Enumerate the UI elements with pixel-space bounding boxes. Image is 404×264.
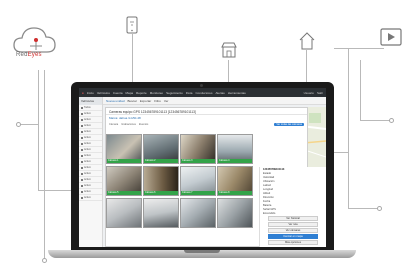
tab-events[interactable]: Eventos <box>139 123 148 126</box>
menu-item[interactable]: Herramientas <box>228 91 246 95</box>
history-button[interactable]: Ver historial <box>268 216 318 221</box>
toolbar-button[interactable]: Nueva unidad <box>106 99 125 103</box>
detail-row: Encendido <box>263 212 276 215</box>
circuit-line <box>38 190 71 191</box>
menu-item[interactable]: Mapa <box>126 91 134 95</box>
camera-grid: Cámara 1 Cámara 2 Cámara 3 Cámara 4 Cáma… <box>106 134 254 244</box>
camera-feed[interactable]: Cámara 4 <box>217 134 253 164</box>
logout-link[interactable]: Salir <box>317 91 323 95</box>
webcam-dot <box>200 84 203 87</box>
camera-feed[interactable]: Cámara 6 <box>143 166 179 196</box>
camera-feed[interactable] <box>143 198 179 228</box>
menu-item[interactable]: Seguimiento <box>166 91 183 95</box>
toolbar-button[interactable]: Filtro <box>154 99 161 103</box>
tab-recordings[interactable]: Grabaciones <box>121 123 136 126</box>
circuit-node <box>16 122 21 127</box>
circuit-node <box>42 258 47 263</box>
camera-feed[interactable]: Cámara 3 <box>180 134 216 164</box>
menu-item[interactable]: Conductores <box>195 91 212 95</box>
content-toolbar: Nueva unidad Buscar Exportar Filtro Ver <box>103 97 326 105</box>
app-logo: ● <box>82 90 84 95</box>
circuit-line <box>306 50 307 82</box>
circuit-line <box>348 48 349 208</box>
vehicle-details: 123456789101113 Estado Velocidad Ubicaci… <box>259 167 326 247</box>
panel-tabs: Cámara Grabaciones Eventos Ver todas las… <box>106 121 307 127</box>
circuit-line <box>334 48 384 49</box>
menu-item[interactable]: Cuenta <box>113 91 123 95</box>
camera-feed[interactable]: Cámara 8 <box>217 166 253 196</box>
more-options-button[interactable]: Más opciones <box>268 240 318 245</box>
camera-feed[interactable] <box>180 198 216 228</box>
menu-item[interactable]: Vehículos <box>97 91 110 95</box>
circuit-node <box>389 118 394 123</box>
circuit-node <box>377 206 382 211</box>
camera-feed[interactable]: Cámara 7 <box>180 166 216 196</box>
video-play-icon <box>380 28 402 46</box>
center-map-button[interactable]: Centrar en mapa <box>268 234 318 239</box>
circuit-line <box>334 152 348 153</box>
circuit-line <box>228 60 229 82</box>
camera-feed[interactable] <box>217 198 253 228</box>
cloud-logo-icon <box>13 27 56 53</box>
circuit-line <box>360 120 390 121</box>
top-right-menu: Usuario Salir <box>304 91 326 95</box>
sidebar-item[interactable]: Activo <box>79 195 102 201</box>
laptop-notch <box>184 250 220 253</box>
camera-feed[interactable]: Cámara 5 <box>106 166 142 196</box>
circuit-line <box>132 34 133 82</box>
circuit-line <box>44 70 45 260</box>
cameras-button[interactable]: Ver cámaras <box>268 228 318 233</box>
menu-item[interactable]: Inicio <box>87 91 94 95</box>
brand-name: RedEyes <box>16 52 42 58</box>
view-all-cameras-button[interactable]: Ver todas las cámaras <box>274 122 304 126</box>
home-icon <box>299 32 315 50</box>
app-top-bar: ● Inicio Vehículos Cuenta Mapa Reporte M… <box>79 88 326 97</box>
user-menu[interactable]: Usuario <box>304 91 314 95</box>
menu-item[interactable]: Flota <box>186 91 193 95</box>
menu-item[interactable]: Alertas <box>215 91 224 95</box>
toolbar-button[interactable]: Exportar <box>140 99 151 103</box>
laptop-screen: ● Inicio Vehículos Cuenta Mapa Reporte M… <box>79 88 326 247</box>
menu-item[interactable]: Monitoreo <box>150 91 163 95</box>
camera-feed[interactable]: Cámara 1 <box>106 134 142 164</box>
camera-feed[interactable] <box>106 198 142 228</box>
camera-feed[interactable]: Cámara 2 <box>143 134 179 164</box>
tab-cameras[interactable]: Cámara <box>109 123 118 126</box>
smartphone-icon <box>126 16 138 34</box>
panel-title: Cameras equipo GPS 123456789101113 [1234… <box>106 108 307 115</box>
vehicle-sidebar: Vehículos Todos Activo Activo Activo Act… <box>79 97 103 247</box>
toolbar-button[interactable]: Ver <box>164 99 169 103</box>
circuit-line <box>38 70 39 190</box>
circuit-line <box>20 124 38 125</box>
marketing-banner: RedEyes ● Inicio Vehículos Cuenta Mapa R… <box>0 0 404 264</box>
menu-item[interactable]: Reporte <box>136 91 147 95</box>
circuit-line <box>360 60 361 120</box>
route-button[interactable]: Ver ruta <box>268 222 318 227</box>
sidebar-title: Vehículos <box>79 97 102 105</box>
circuit-line <box>348 208 378 209</box>
store-icon <box>221 42 237 58</box>
toolbar-button[interactable]: Buscar <box>128 99 137 103</box>
